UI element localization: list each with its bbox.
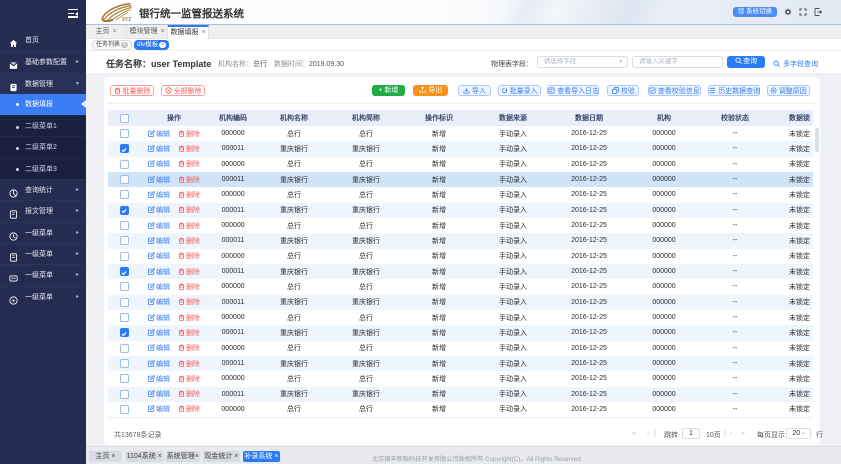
svg-text:IST: IST <box>122 17 132 22</box>
